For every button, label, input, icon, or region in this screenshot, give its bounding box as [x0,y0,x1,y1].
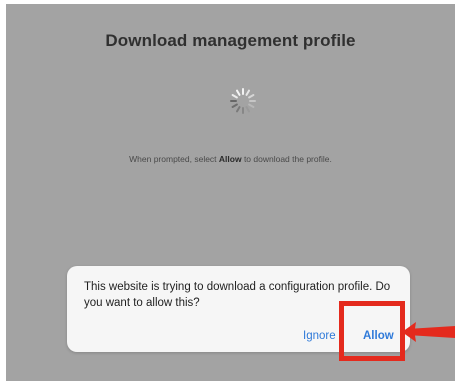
instruction-allow-keyword: Allow [218,154,242,164]
page-title: Download management profile [105,31,356,50]
allow-highlight-box [339,301,405,361]
ignore-button[interactable]: Ignore [303,330,336,342]
instruction-prefix: When prompted, select [129,154,219,164]
loading-spinner-icon [230,88,256,114]
instruction-suffix: to download the profile. [241,154,332,164]
red-arrow-icon [402,322,455,342]
instruction-text: When prompted, select Allow to download … [6,154,455,164]
